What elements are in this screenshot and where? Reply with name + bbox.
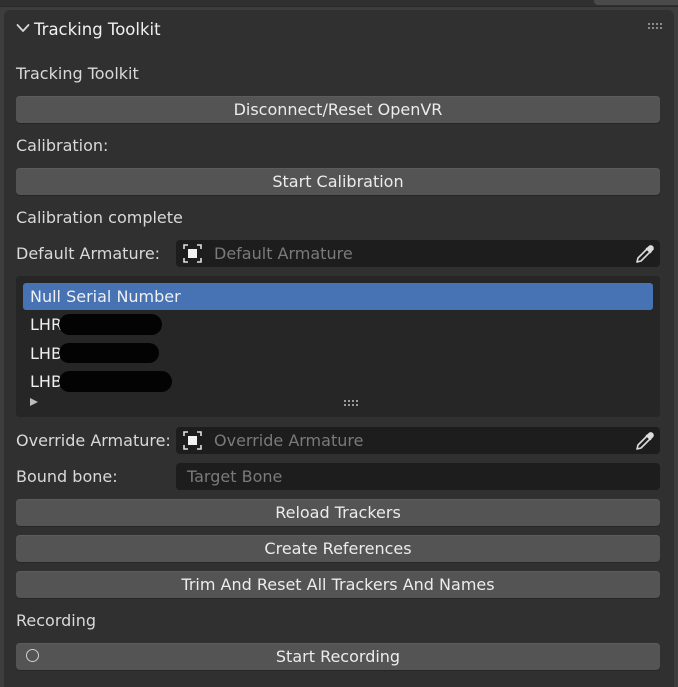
redaction-mark — [59, 371, 172, 392]
disconnect-reset-button[interactable]: Disconnect/Reset OpenVR — [16, 96, 660, 123]
grip-dots-icon[interactable] — [344, 400, 360, 406]
default-armature-field[interactable]: Default Armature — [176, 240, 660, 267]
panel-header[interactable]: Tracking Toolkit — [4, 10, 674, 50]
calibration-status: Calibration complete — [16, 208, 183, 227]
list-item-label: LHB — [30, 344, 62, 363]
list-item[interactable]: Null Serial Number — [23, 283, 653, 310]
object-icon — [183, 431, 202, 450]
target-bone-placeholder: Target Bone — [187, 467, 283, 486]
chevron-down-icon[interactable] — [16, 23, 30, 33]
override-armature-label: Override Armature: — [16, 431, 171, 450]
start-recording-button[interactable]: Start Recording — [16, 643, 660, 670]
list-item-label: LHB — [30, 372, 62, 391]
list-item[interactable]: LHR — [23, 311, 653, 338]
reload-trackers-button[interactable]: Reload Trackers — [16, 499, 660, 526]
tracker-list[interactable]: Null Serial Number LHR LHB LHB — [16, 276, 660, 417]
tracking-toolkit-panel: Tracking Toolkit Tracking Toolkit Discon… — [4, 10, 674, 687]
bound-bone-label: Bound bone: — [16, 467, 118, 486]
create-references-button[interactable]: Create References — [16, 535, 660, 562]
list-item-label: Null Serial Number — [30, 287, 181, 306]
trim-reset-trackers-button[interactable]: Trim And Reset All Trackers And Names — [16, 571, 660, 598]
eyedropper-icon[interactable] — [634, 243, 656, 265]
override-armature-field[interactable]: Override Armature — [176, 427, 660, 454]
panel-title: Tracking Toolkit — [34, 20, 161, 39]
list-item[interactable]: LHB — [23, 368, 653, 395]
calibration-label: Calibration: — [16, 136, 109, 155]
record-circle-icon — [26, 649, 39, 662]
object-icon — [183, 244, 202, 263]
grip-dots-icon[interactable] — [648, 23, 662, 31]
target-bone-field[interactable]: Target Bone — [176, 463, 660, 490]
list-item-label: LHR — [30, 315, 63, 334]
top-strip — [0, 0, 678, 7]
eyedropper-icon[interactable] — [634, 430, 656, 452]
redaction-mark — [59, 343, 159, 363]
recording-label: Recording — [16, 611, 97, 630]
redaction-mark — [59, 314, 162, 335]
override-armature-placeholder: Override Armature — [214, 431, 364, 450]
list-item[interactable]: LHB — [23, 340, 653, 367]
default-armature-placeholder: Default Armature — [214, 244, 353, 263]
default-armature-label: Default Armature: — [16, 244, 161, 263]
triangle-right-icon[interactable] — [30, 398, 38, 406]
start-calibration-button[interactable]: Start Calibration — [16, 168, 660, 195]
start-recording-label: Start Recording — [275, 647, 401, 666]
top-tab — [594, 0, 678, 5]
section-label: Tracking Toolkit — [16, 64, 139, 83]
